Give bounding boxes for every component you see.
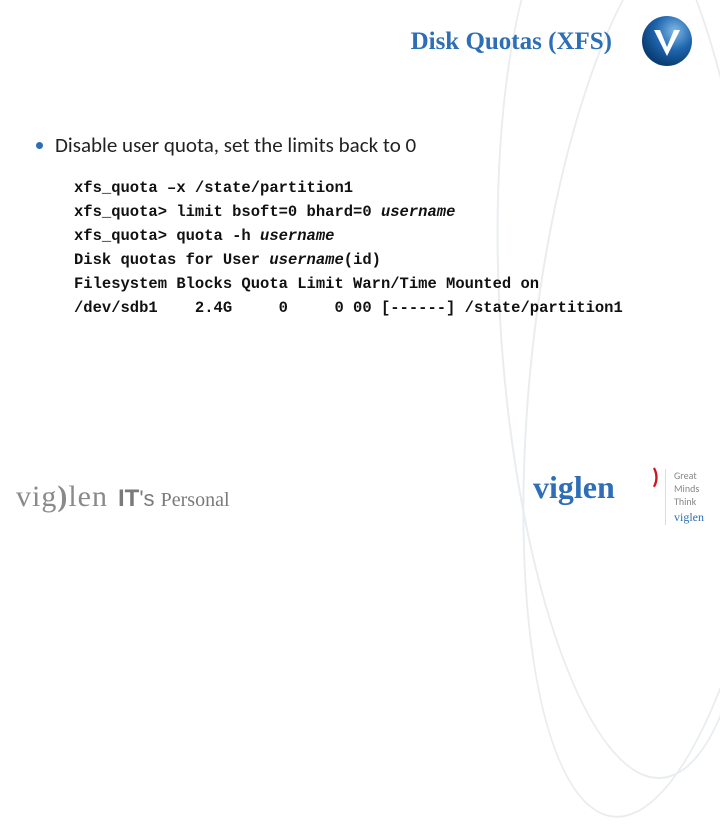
code-arg: username bbox=[381, 203, 455, 221]
accent-icon: ) bbox=[652, 463, 659, 490]
brand-viglen-script: vig)len bbox=[16, 480, 108, 514]
content-area: Disable user quota, set the limits back … bbox=[36, 132, 696, 320]
code-line: Filesystem Blocks Quota Limit Warn/Time … bbox=[74, 275, 539, 293]
tagline-word: Minds bbox=[674, 482, 704, 495]
tagline-word: Think bbox=[674, 495, 704, 508]
footer: vig)len IT's Personal viglen ) Great Min… bbox=[0, 454, 720, 540]
footer-left-brand: vig)len IT's Personal bbox=[16, 480, 230, 514]
tagline-word: Great bbox=[674, 469, 704, 482]
bullet-item: Disable user quota, set the limits back … bbox=[36, 132, 696, 158]
slide-title: Disk Quotas (XFS) bbox=[411, 28, 612, 56]
code-line: (id) bbox=[344, 251, 381, 269]
logo-top-right bbox=[640, 14, 694, 68]
code-arg: username bbox=[260, 227, 334, 245]
code-line: xfs_quota> limit bsoft=0 bhard=0 bbox=[74, 203, 381, 221]
footer-logo: viglen ) bbox=[533, 469, 653, 525]
brand-it-tagline: IT's Personal bbox=[118, 485, 230, 513]
bullet-icon bbox=[36, 142, 43, 149]
code-line: xfs_quota –x /state/partition1 bbox=[74, 179, 353, 197]
code-line: Disk quotas for User bbox=[74, 251, 269, 269]
bullet-text: Disable user quota, set the limits back … bbox=[55, 132, 416, 158]
code-arg: username bbox=[269, 251, 343, 269]
footer-right: viglen ) Great Minds Think viglen bbox=[533, 469, 704, 526]
footer-tagline-column: Great Minds Think viglen bbox=[665, 469, 704, 526]
code-line: xfs_quota> quota -h bbox=[74, 227, 260, 245]
code-line: /dev/sdb1 2.4G 0 0 00 [------] /state/pa… bbox=[74, 299, 623, 317]
code-block: xfs_quota –x /state/partition1 xfs_quota… bbox=[74, 176, 696, 320]
tagline-mini-logo: viglen bbox=[674, 510, 704, 526]
